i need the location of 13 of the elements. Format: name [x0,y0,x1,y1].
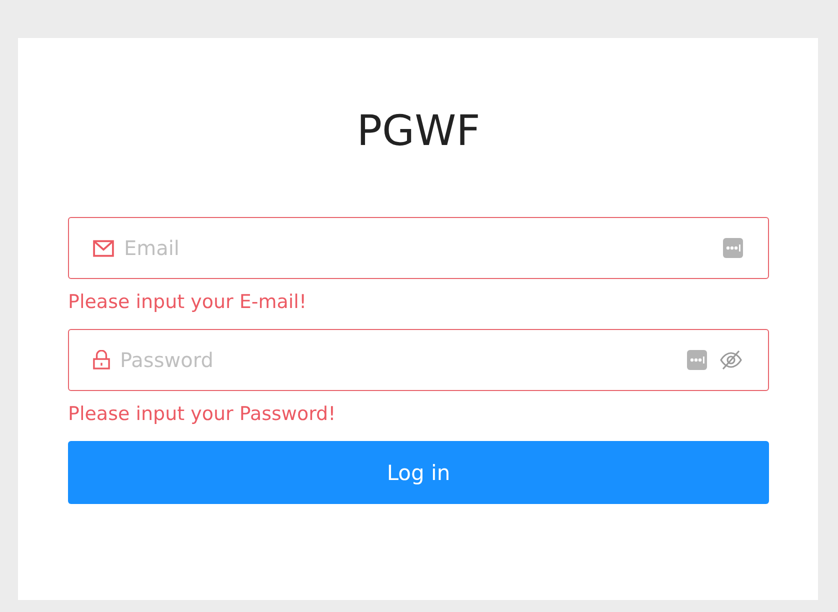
error-message: Please input your Password! [68,402,337,427]
envelope-icon [93,240,114,256]
eye-hidden-icon[interactable] [719,350,743,370]
text-input[interactable]: Password [118,347,679,373]
text-input[interactable]: Email [122,235,715,261]
lock-icon [93,350,110,370]
password-manager-icon[interactable] [687,350,707,370]
password-manager-icon[interactable] [723,238,743,258]
app-title: PGWF [356,110,482,152]
login-button[interactable]: Log in [68,441,769,504]
error-message: Please input your E-mail! [68,290,308,315]
input-field[interactable]: Email [68,217,769,279]
input-field[interactable]: Password [68,329,769,391]
